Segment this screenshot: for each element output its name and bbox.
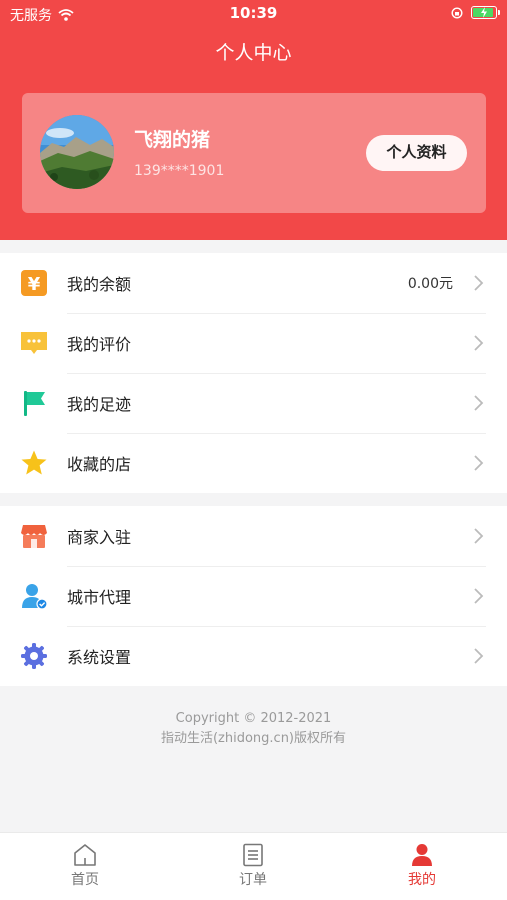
menu-group-account: ¥ 我的余额 0.00元 我的评价 我的足迹 收藏的店 xyxy=(0,253,507,493)
menu-item-footprint[interactable]: 我的足迹 xyxy=(0,373,507,433)
avatar[interactable] xyxy=(40,115,114,189)
page-title: 个人中心 xyxy=(215,42,292,64)
home-icon xyxy=(74,844,96,866)
copyright: Copyright © 2012-2021 指动生活(zhidong.cn)版权… xyxy=(0,709,507,749)
agent-icon xyxy=(22,584,48,610)
header: 无服务 10:39 个人中心 飞翔的猪 139****1901 个人资料 xyxy=(0,0,507,240)
menu-item-favorites[interactable]: 收藏的店 xyxy=(0,433,507,493)
shop-icon xyxy=(21,525,47,548)
svg-text:¥: ¥ xyxy=(28,274,41,295)
battery-icon xyxy=(471,6,500,19)
tab-orders[interactable]: 订单 xyxy=(203,843,303,889)
gear-icon xyxy=(21,643,47,669)
chevron-right-icon xyxy=(474,395,484,411)
tab-home[interactable]: 首页 xyxy=(35,843,135,889)
order-icon xyxy=(243,843,263,867)
wallet-icon: ¥ xyxy=(21,270,47,296)
balance-value: 0.00元 xyxy=(407,276,453,292)
star-icon xyxy=(21,450,47,475)
comment-icon xyxy=(21,332,47,354)
menu-group-services: 商家入驻 城市代理 系统设置 xyxy=(0,506,507,686)
menu-item-merchant[interactable]: 商家入驻 xyxy=(0,506,507,566)
menu-item-settings[interactable]: 系统设置 xyxy=(0,626,507,686)
user-icon xyxy=(412,844,432,866)
profile-name: 飞翔的猪 xyxy=(134,129,211,151)
orientation-lock-icon xyxy=(451,6,463,19)
flag-icon xyxy=(24,391,45,416)
copyright-line: Copyright © 2012-2021 xyxy=(175,711,332,726)
rights-line: 指动生活(zhidong.cn)版权所有 xyxy=(160,731,347,746)
chevron-right-icon xyxy=(474,335,484,351)
menu-item-city-agent[interactable]: 城市代理 xyxy=(0,566,507,626)
chevron-right-icon xyxy=(474,528,484,544)
tab-mine[interactable]: 我的 xyxy=(372,843,472,889)
chevron-right-icon xyxy=(474,455,484,471)
status-time: 10:39 xyxy=(229,4,278,22)
tab-bar: 首页 订单 我的 xyxy=(0,832,507,900)
status-bar: 无服务 10:39 xyxy=(0,0,507,30)
menu-item-balance[interactable]: ¥ 我的余额 0.00元 xyxy=(0,253,507,313)
chevron-right-icon xyxy=(474,588,484,604)
profile-card: 飞翔的猪 139****1901 个人资料 xyxy=(22,93,486,213)
chevron-right-icon xyxy=(474,648,484,664)
profile-phone: 139****1901 xyxy=(134,163,225,179)
chevron-right-icon xyxy=(474,275,484,291)
profile-info-button[interactable]: 个人资料 xyxy=(366,135,467,171)
menu-item-reviews[interactable]: 我的评价 xyxy=(0,313,507,373)
